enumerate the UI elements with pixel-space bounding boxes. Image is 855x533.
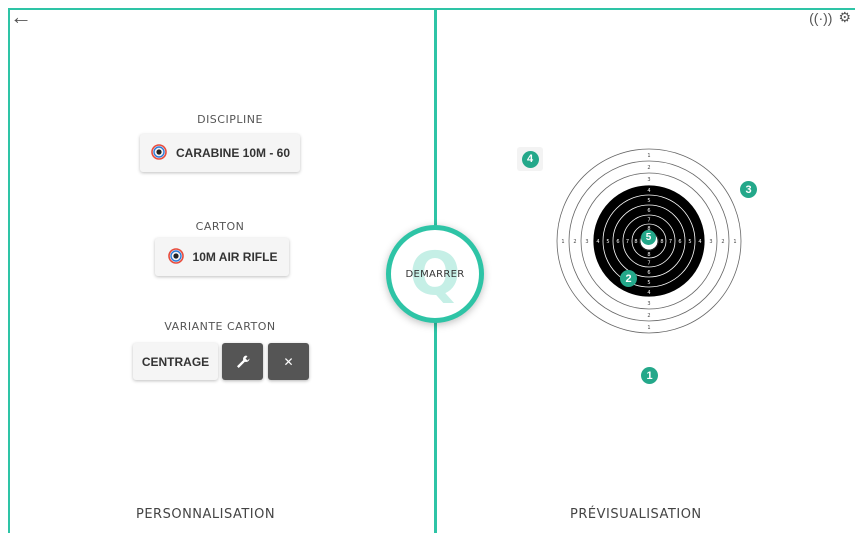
previsualisation-label: PRÉVISUALISATION	[570, 507, 702, 522]
marker-1: 1	[641, 367, 658, 384]
ring-number: 5	[688, 239, 691, 245]
carton-value: 10M AIR RIFLE	[192, 250, 278, 264]
ring-number: 3	[585, 239, 588, 245]
ring-number: 1	[561, 239, 564, 245]
ring-number: 4	[647, 290, 650, 296]
ring-number: 2	[647, 313, 650, 319]
ring-number: 6	[678, 239, 681, 245]
wireless-icon[interactable]: ((·))	[809, 10, 832, 26]
ring-number: 4	[596, 239, 599, 245]
ring-number: 5	[647, 280, 650, 286]
start-label: DEMARRER	[405, 268, 465, 280]
marker-3: 3	[740, 181, 757, 198]
ring-number: 8	[647, 252, 650, 258]
ring-number: 6	[647, 270, 650, 276]
ring-number: 8	[660, 239, 663, 245]
ring-number: 7	[647, 261, 650, 267]
marker-4-box: 4	[517, 147, 543, 171]
ring-number: 7	[626, 239, 629, 245]
ring-number: 4	[698, 239, 701, 245]
variante-heading: VARIANTE CARTON	[164, 320, 276, 333]
ring-number: 6	[647, 208, 650, 214]
gear-icon[interactable]: ⚙	[838, 9, 851, 26]
ring-number: 7	[669, 239, 672, 245]
ring-number: 1	[733, 239, 736, 245]
wrench-icon	[236, 355, 249, 368]
ring-number: 2	[721, 239, 724, 245]
issf-logo-icon	[167, 248, 184, 264]
variante-button[interactable]: CENTRAGE	[133, 343, 218, 380]
ring-number: 8	[634, 239, 637, 245]
ring-number: 5	[647, 198, 650, 204]
ring-number: 6	[616, 239, 619, 245]
ring-number: 2	[647, 165, 650, 171]
carton-heading: CARTON	[195, 220, 245, 233]
ring-number: 5	[606, 239, 609, 245]
ring-number: 7	[647, 218, 650, 224]
ring-number: 2	[573, 239, 576, 245]
start-button[interactable]: Q DEMARRER	[386, 225, 484, 323]
ring-number: 1	[647, 325, 650, 331]
marker-2: 2	[620, 270, 637, 287]
ring-number: 3	[709, 239, 712, 245]
carton-button[interactable]: 10M AIR RIFLE	[155, 238, 289, 276]
discipline-button[interactable]: CARABINE 10M - 60	[140, 134, 300, 172]
discipline-heading: DISCIPLINE	[197, 113, 263, 126]
back-arrow-icon[interactable]: ←	[10, 6, 32, 28]
status-icons: ((·)) ⚙	[809, 9, 851, 26]
remove-variante-button[interactable]: ✕	[268, 343, 309, 380]
ring-number: 1	[647, 153, 650, 159]
variante-value: CENTRAGE	[141, 354, 210, 369]
discipline-value: CARABINE 10M - 60	[175, 146, 291, 160]
marker-4: 4	[521, 150, 539, 168]
issf-logo-icon	[151, 144, 167, 160]
close-icon: ✕	[283, 354, 294, 369]
ring-number: 3	[647, 177, 650, 183]
ring-number: 3	[647, 301, 650, 307]
ring-number: 4	[647, 188, 650, 194]
marker-5: 5	[641, 230, 656, 245]
edit-variante-button[interactable]	[222, 343, 263, 380]
personnalisation-label: PERSONNALISATION	[136, 507, 276, 522]
